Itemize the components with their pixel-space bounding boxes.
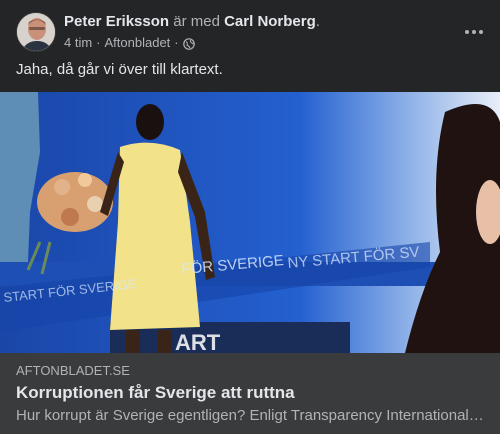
author-line-suffix: . xyxy=(315,13,320,30)
link-title[interactable]: Korruptionen får Sverige att ruttna xyxy=(16,382,484,403)
with-label: är med xyxy=(173,13,220,30)
globe-icon xyxy=(182,37,195,50)
tagged-name[interactable]: Carl Norberg xyxy=(224,13,316,30)
meta-separator: · xyxy=(174,35,179,50)
post-time[interactable]: 4 tim xyxy=(64,34,92,51)
post-subline: 4 tim · Aftonbladet · xyxy=(64,34,444,51)
author-name[interactable]: Peter Eriksson xyxy=(64,13,169,30)
feed-post: Peter Eriksson är med Carl Norberg. 4 ti… xyxy=(0,0,500,434)
author-line: Peter Eriksson är med Carl Norberg. xyxy=(64,12,444,31)
post-source: Aftonbladet xyxy=(104,35,171,50)
more-options-icon[interactable] xyxy=(460,18,488,46)
post-header: Peter Eriksson är med Carl Norberg. 4 ti… xyxy=(16,12,484,52)
link-description: Hur korrupt är Sverige egentligen? Enlig… xyxy=(16,407,484,424)
meta-separator: · xyxy=(96,35,101,50)
link-preview-card[interactable]: AFTONBLADET.SE Korruptionen får Sverige … xyxy=(0,353,500,434)
post-meta: Peter Eriksson är med Carl Norberg. 4 ti… xyxy=(64,12,444,51)
podium-text: ART xyxy=(175,330,221,353)
post-text: Jaha, då går vi över till klartext. xyxy=(16,61,223,78)
author-avatar[interactable] xyxy=(16,12,56,52)
link-domain: AFTONBLADET.SE xyxy=(16,363,130,378)
link-preview-image[interactable]: FÖR SVERIGE NY START FÖR SV START FÖR SV… xyxy=(0,92,500,353)
